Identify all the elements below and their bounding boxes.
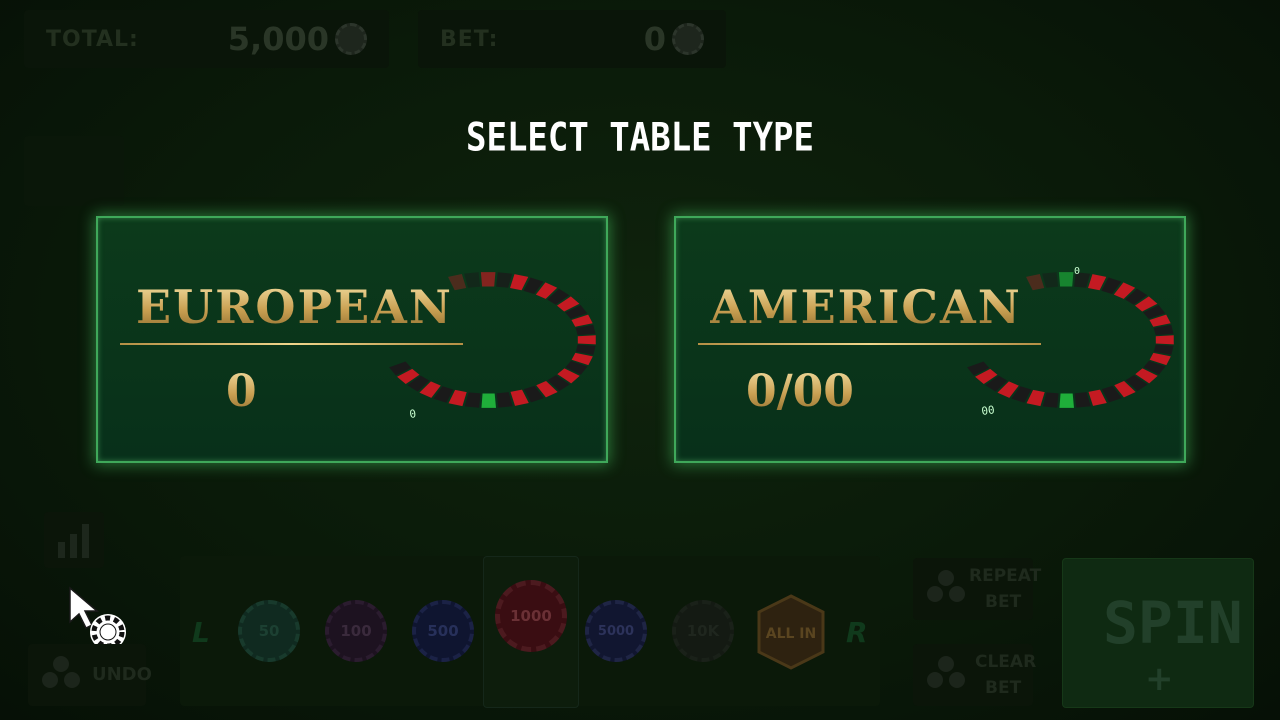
wheel-pocket — [1059, 393, 1074, 408]
wheel-pocket — [496, 272, 513, 288]
cursor-pointer-icon — [69, 586, 126, 650]
bet-label: BET: — [440, 26, 499, 52]
total-label: TOTAL: — [46, 26, 139, 52]
wheel-pocket — [1026, 274, 1045, 291]
wheel-pocket — [575, 324, 596, 336]
bet-value: 0 — [643, 20, 666, 58]
wheel-pocket — [464, 272, 481, 288]
chip-10k[interactable]: 10K — [672, 600, 734, 662]
dialog-title: SELECT TABLE TYPE — [466, 115, 814, 161]
wheel-pocket — [464, 392, 481, 408]
repeat-bet-button[interactable]: REPEAT BET — [913, 558, 1041, 620]
european-subtitle: 0 — [226, 366, 257, 417]
chip-1000[interactable]: 1000 — [495, 580, 567, 652]
bar-chart-icon — [58, 524, 89, 558]
wheel-pocket — [480, 272, 496, 287]
roulette-wheel-icon: 0 — [389, 272, 596, 421]
total-value: 5,000 — [227, 20, 329, 58]
pocket-zero-label: 0 — [409, 407, 417, 421]
roulette-wheel-icon: 0 00 — [967, 266, 1174, 418]
spin-button[interactable]: SPIN + — [1062, 558, 1254, 708]
all-in-chip[interactable]: ALL IN — [755, 594, 827, 670]
american-table-button[interactable]: AMERICAN 0/00 0 00 — [674, 216, 1186, 463]
wheel-pocket — [1155, 335, 1174, 345]
chip-5000[interactable]: 5000 — [585, 600, 647, 662]
wheel-pocket — [575, 344, 596, 355]
undo-label: UNDO — [92, 664, 152, 685]
chip-100[interactable]: 100 — [325, 600, 387, 662]
chip-500[interactable]: 500 — [412, 600, 474, 662]
american-subtitle: 0/00 — [746, 366, 854, 417]
clear-bet-label-1: CLEAR — [975, 652, 1037, 672]
chip-stack-icon — [927, 570, 965, 602]
tray-left-marker[interactable]: L — [192, 616, 210, 649]
wheel-pocket — [1153, 344, 1174, 355]
total-box: TOTAL: 5,000 — [24, 10, 389, 68]
wheel-pocket — [1042, 272, 1059, 288]
repeat-bet-label-1: REPEAT — [969, 566, 1042, 586]
clear-bet-label-2: BET — [985, 678, 1022, 698]
wheel-pocket — [481, 393, 496, 408]
chip-50[interactable]: 50 — [238, 600, 300, 662]
all-in-label: ALL IN — [766, 626, 816, 642]
clear-bet-button[interactable]: CLEAR BET — [913, 644, 1037, 706]
repeat-bet-label-2: BET — [985, 592, 1022, 612]
wheel-pocket — [577, 335, 596, 345]
wheel-pocket — [1153, 324, 1174, 336]
bet-box: BET: 0 — [418, 10, 726, 68]
wheel-pocket — [496, 392, 513, 408]
wheel-pocket — [1058, 272, 1074, 287]
stats-button[interactable] — [44, 512, 104, 568]
european-table-button[interactable]: EUROPEAN 0 0 — [96, 216, 608, 463]
chip-stack-icon — [927, 656, 965, 688]
wheel-pocket — [1074, 392, 1091, 408]
chip-icon — [672, 23, 704, 55]
chip-icon — [335, 23, 367, 55]
spin-plus: + — [1145, 659, 1174, 699]
wheel-pocket — [448, 274, 467, 291]
pocket-zero-label: 0 — [1074, 266, 1080, 277]
pocket-double-zero-label: 00 — [981, 403, 996, 418]
spin-label: SPIN — [1103, 589, 1243, 657]
undo-button[interactable]: UNDO — [28, 644, 152, 706]
wheel-pocket — [1042, 392, 1059, 408]
chip-stack-icon — [42, 656, 80, 688]
tray-right-marker[interactable]: R — [846, 616, 868, 649]
